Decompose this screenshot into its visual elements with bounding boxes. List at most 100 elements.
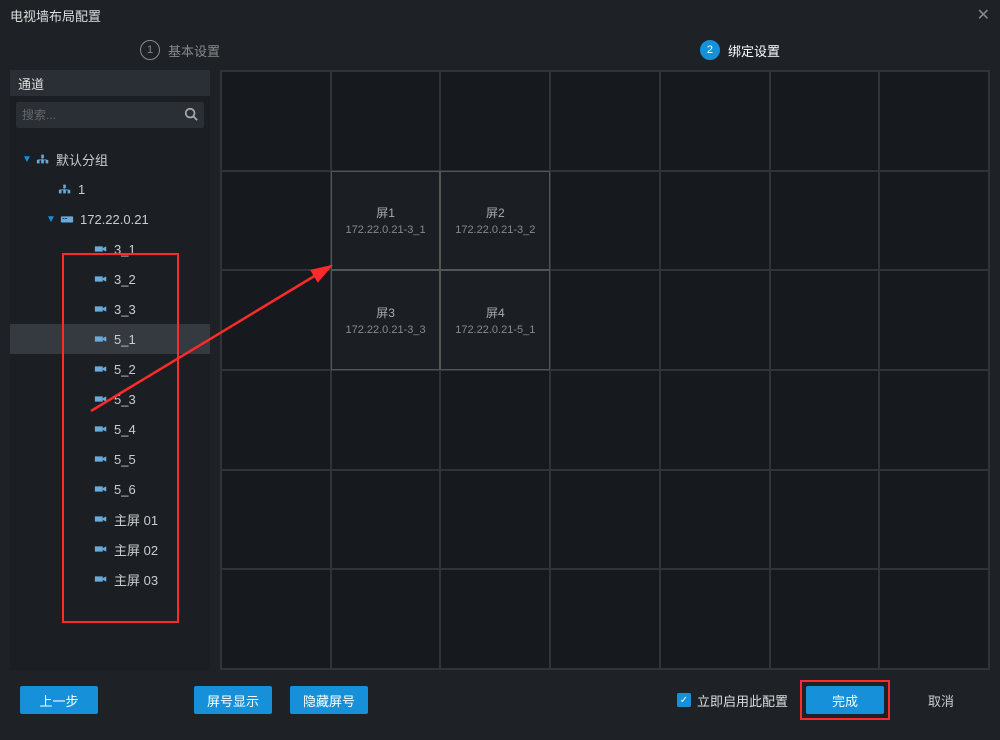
tree-item[interactable]: ▼默认分组 — [10, 144, 210, 174]
step-number: 2 — [700, 40, 720, 60]
chevron-down-icon: ▼ — [80, 514, 90, 525]
channel-sidebar: 通道 ▼默认分组▼1▼172.22.0.21▼3_1▼3_2▼3_3▼5_1▼5… — [10, 70, 210, 670]
grid-cell[interactable] — [660, 569, 770, 669]
grid-cell[interactable] — [331, 569, 441, 669]
screen-name: 屏4 — [486, 304, 505, 321]
grid-cell[interactable] — [770, 370, 880, 470]
tree-item[interactable]: ▼3_3 — [10, 294, 210, 324]
grid-cell[interactable] — [221, 171, 331, 271]
tree-item[interactable]: ▼1 — [10, 174, 210, 204]
grid-cell[interactable] — [770, 569, 880, 669]
search-icon[interactable] — [184, 107, 198, 124]
grid-cell[interactable] — [550, 71, 660, 171]
grid-cell[interactable] — [660, 470, 770, 570]
grid-cell[interactable] — [550, 270, 660, 370]
step-basic[interactable]: 1 基本设置 — [140, 40, 220, 60]
grid-cell[interactable] — [770, 270, 880, 370]
chevron-down-icon: ▼ — [80, 454, 90, 465]
screen-binding: 172.22.0.21-3_2 — [455, 224, 535, 236]
grid-cell[interactable] — [440, 470, 550, 570]
group-icon — [36, 153, 50, 165]
grid-cell[interactable] — [879, 171, 989, 271]
tree-item[interactable]: ▼3_2 — [10, 264, 210, 294]
grid-cell[interactable] — [221, 470, 331, 570]
grid-cell[interactable] — [660, 71, 770, 171]
titlebar: 电视墙布局配置 ✕ — [0, 0, 1000, 30]
tree-item-label: 默认分组 — [56, 150, 108, 169]
grid-cell[interactable] — [879, 470, 989, 570]
finish-button[interactable]: 完成 — [806, 686, 884, 714]
camera-icon — [94, 393, 108, 405]
grid-cell[interactable] — [221, 270, 331, 370]
grid-cell[interactable] — [770, 171, 880, 271]
tree-item[interactable]: ▼5_6 — [10, 474, 210, 504]
grid-cell[interactable] — [879, 569, 989, 669]
tree-item-label: 5_6 — [114, 482, 136, 497]
tree-item-label: 5_5 — [114, 452, 136, 467]
tree-item[interactable]: ▼5_2 — [10, 354, 210, 384]
grid-cell[interactable]: 屏2 172.22.0.21-3_2 — [440, 171, 550, 271]
tree-item-label: 主屏 02 — [114, 540, 158, 559]
prev-button[interactable]: 上一步 — [20, 686, 98, 714]
tree-item[interactable]: ▼172.22.0.21 — [10, 204, 210, 234]
cancel-button[interactable]: 取消 — [902, 686, 980, 714]
tree-item[interactable]: ▼3_1 — [10, 234, 210, 264]
step-binding[interactable]: 2 绑定设置 — [700, 40, 780, 60]
grid-cell[interactable]: 屏1172.22.0.21-3_1 — [331, 171, 441, 271]
chevron-down-icon: ▼ — [80, 544, 90, 555]
grid-cell[interactable] — [770, 470, 880, 570]
tree-item-label: 3_1 — [114, 242, 136, 257]
grid-cell[interactable] — [879, 71, 989, 171]
tree-item[interactable]: ▼ 5_4 — [10, 414, 210, 444]
camera-icon — [94, 273, 108, 285]
grid-cell[interactable] — [331, 470, 441, 570]
tree-item-label: 5_4 — [114, 422, 136, 437]
apply-now-checkbox[interactable]: ✓ 立即启用此配置 — [677, 691, 788, 710]
grid-cell[interactable] — [440, 71, 550, 171]
chevron-down-icon: ▼ — [80, 274, 90, 285]
grid-cell[interactable] — [550, 470, 660, 570]
grid-cell[interactable] — [879, 270, 989, 370]
grid-cell[interactable] — [550, 370, 660, 470]
screen-binding: 172.22.0.21-5_1 — [455, 324, 535, 336]
grid-cell[interactable] — [550, 569, 660, 669]
grid-cell[interactable] — [221, 569, 331, 669]
chevron-down-icon: ▼ — [80, 304, 90, 315]
tree-item[interactable]: ▼主屏 03 — [10, 564, 210, 594]
search-input[interactable] — [22, 108, 184, 122]
chevron-down-icon: ▼ — [80, 574, 90, 585]
grid-cell[interactable] — [660, 270, 770, 370]
layout-grid[interactable]: 屏1172.22.0.21-3_1 屏2 172.22.0.21-3_2 屏3172.… — [220, 70, 990, 670]
grid-cell[interactable] — [879, 370, 989, 470]
grid-cell[interactable] — [660, 370, 770, 470]
tree-item[interactable]: ▼ 5_5 — [10, 444, 210, 474]
screen-name: 屏2 — [486, 204, 505, 221]
grid-cell[interactable] — [770, 71, 880, 171]
hide-screen-number-button[interactable]: 隐藏屏号 — [290, 686, 368, 714]
camera-icon — [94, 513, 108, 525]
show-screen-number-button[interactable]: 屏号显示 — [194, 686, 272, 714]
close-icon[interactable]: ✕ — [977, 5, 990, 25]
grid-cell[interactable] — [331, 71, 441, 171]
grid-cell[interactable]: 屏4 172.22.0.21-5_1 — [440, 270, 550, 370]
tree-item-label: 主屏 01 — [114, 510, 158, 529]
grid-cell[interactable] — [550, 171, 660, 271]
grid-cell[interactable] — [440, 370, 550, 470]
sidebar-header: 通道 — [10, 70, 210, 96]
grid-cell[interactable] — [221, 71, 331, 171]
grid-cell[interactable]: 屏3172.22.0.21-3_3 — [331, 270, 441, 370]
tree-item[interactable]: ▼5_3 — [10, 384, 210, 414]
camera-icon — [94, 363, 108, 375]
grid-cell[interactable] — [440, 569, 550, 669]
tree-item-label: 5_2 — [114, 362, 136, 377]
tree-item[interactable]: ▼5_1 — [10, 324, 210, 354]
tree-item[interactable]: ▼ 主屏 01 — [10, 504, 210, 534]
grid-cell[interactable] — [660, 171, 770, 271]
tree-item[interactable]: ▼ 主屏 02 — [10, 534, 210, 564]
grid-cell[interactable] — [331, 370, 441, 470]
chevron-down-icon: ▼ — [80, 424, 90, 435]
screen-binding: 172.22.0.21-3_3 — [345, 324, 425, 336]
tree-item-label: 172.22.0.21 — [80, 212, 149, 227]
tree-item-label: 5_3 — [114, 392, 136, 407]
grid-cell[interactable] — [221, 370, 331, 470]
